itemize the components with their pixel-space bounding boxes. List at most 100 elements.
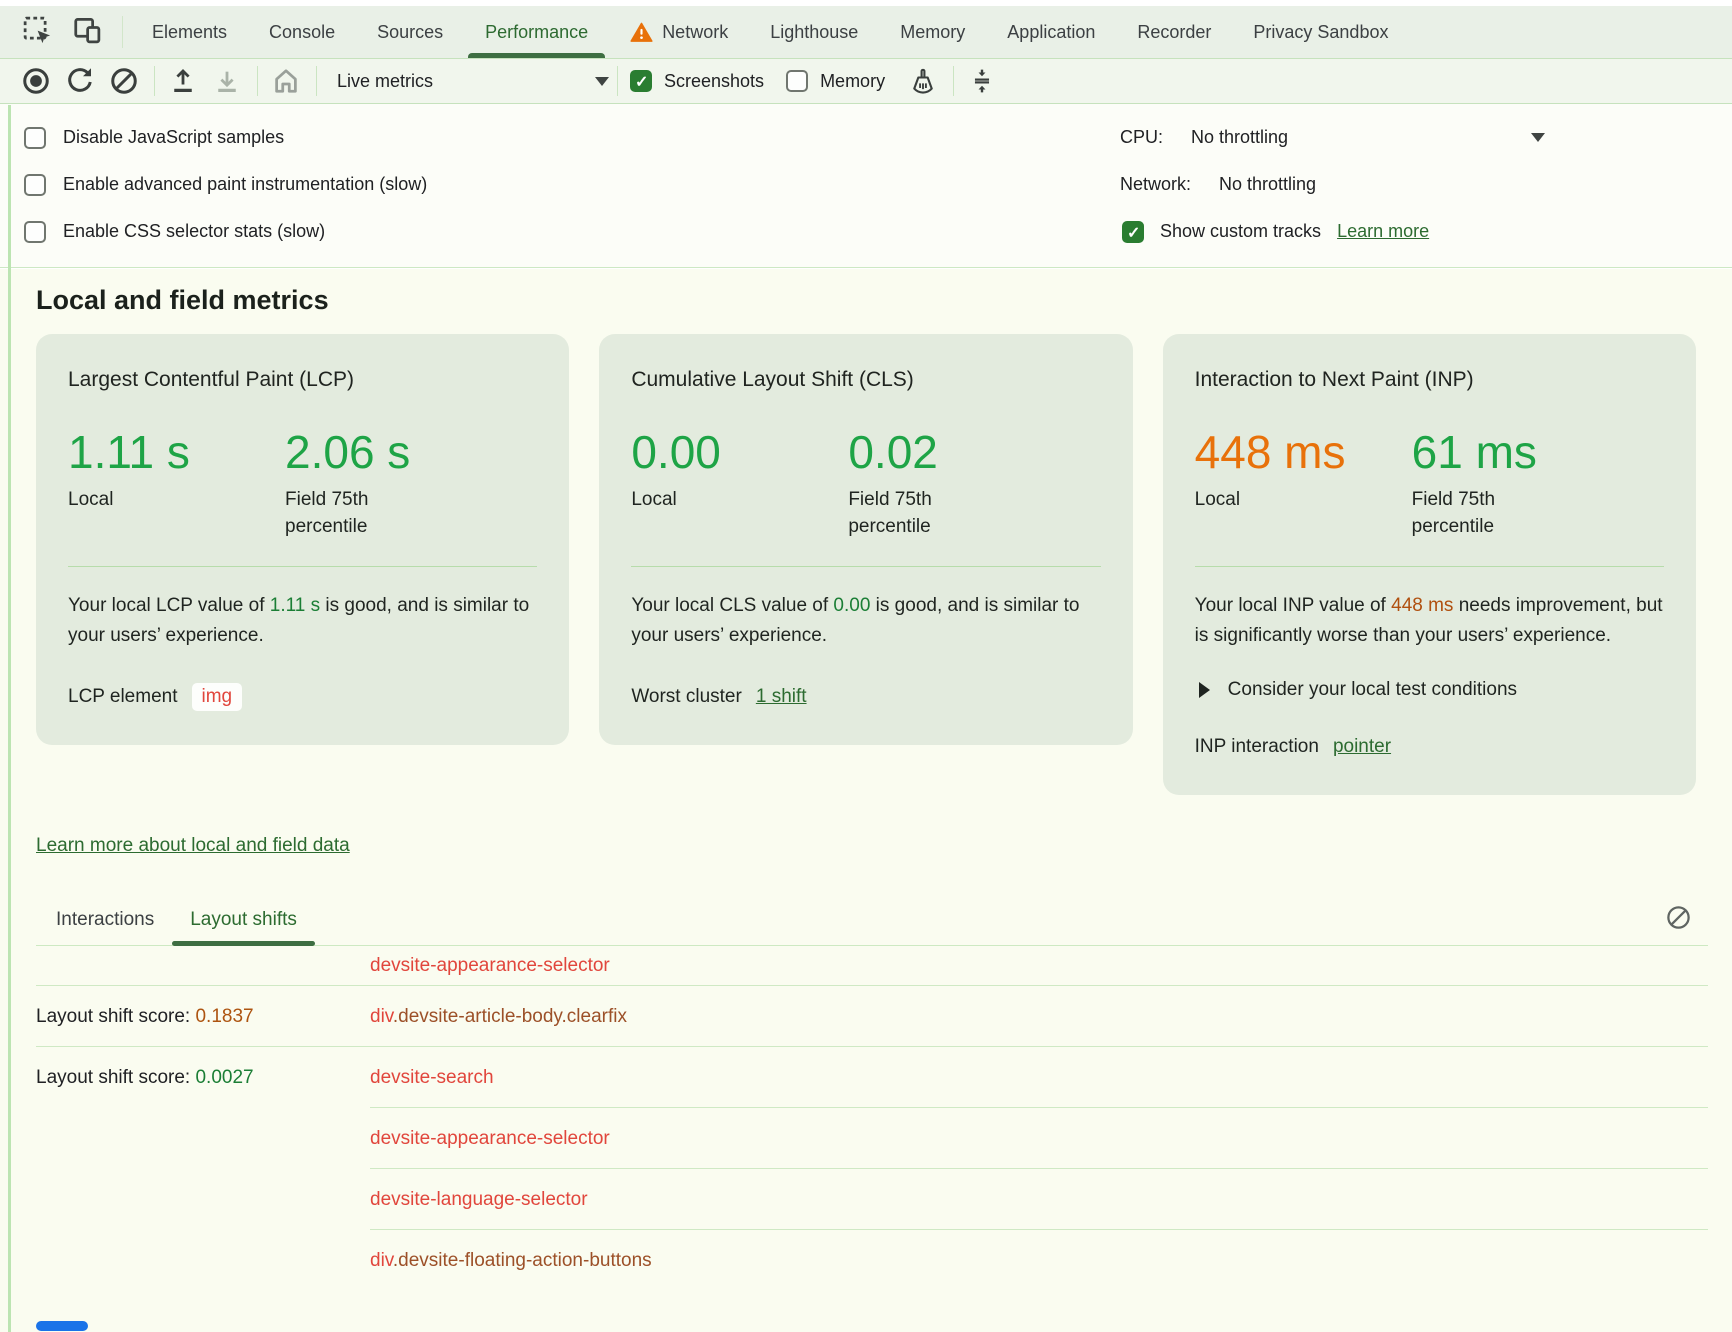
node-link[interactable]: devsite-search bbox=[370, 1067, 494, 1089]
devtools-window: Elements Console Sources Performance Net… bbox=[0, 0, 1732, 1332]
capture-settings-pane: Disable JavaScript samples Enable advanc… bbox=[0, 104, 1732, 268]
cls-description: Your local CLS value of 0.00 is good, an… bbox=[631, 591, 1100, 651]
layout-shift-row: devsite-appearance-selector bbox=[36, 1108, 1708, 1169]
inp-local-label: Local bbox=[1195, 486, 1412, 513]
toolbar-divider bbox=[316, 66, 317, 96]
toolbar-divider bbox=[257, 66, 258, 96]
lcp-element-label: LCP element bbox=[68, 686, 178, 708]
layout-shift-row: devsite-language-selector bbox=[36, 1169, 1708, 1230]
clear-log-icon[interactable] bbox=[1665, 904, 1692, 936]
cls-card: Cumulative Layout Shift (CLS) 0.00 Local… bbox=[599, 334, 1132, 745]
tab-recorder[interactable]: Recorder bbox=[1116, 6, 1232, 58]
page-title: Local and field metrics bbox=[36, 285, 1732, 316]
cpu-value: No throttling bbox=[1191, 127, 1288, 148]
card-divider bbox=[1195, 566, 1664, 567]
tab-network[interactable]: Network bbox=[609, 6, 749, 58]
tab-application[interactable]: Application bbox=[986, 6, 1116, 58]
tab-sources[interactable]: Sources bbox=[356, 6, 464, 58]
worst-cluster-link[interactable]: 1 shift bbox=[756, 686, 807, 708]
tab-lighthouse[interactable]: Lighthouse bbox=[749, 6, 879, 58]
field-data-learn-more-link[interactable]: Learn more about local and field data bbox=[36, 835, 350, 857]
memory-checkbox[interactable] bbox=[786, 70, 808, 92]
reload-record-button[interactable] bbox=[64, 65, 96, 97]
panel-mode-select[interactable]: Live metrics bbox=[337, 71, 609, 92]
inp-field-value: 61 ms bbox=[1412, 424, 1664, 480]
lcp-element-node-link[interactable]: img bbox=[192, 683, 243, 711]
network-warning-icon bbox=[630, 21, 653, 44]
lcp-field-value: 2.06 s bbox=[285, 424, 537, 480]
inp-card: Interaction to Next Paint (INP) 448 ms L… bbox=[1163, 334, 1696, 795]
log-tab-bar: Interactions Layout shifts bbox=[36, 895, 1708, 946]
cls-local-value: 0.00 bbox=[631, 424, 848, 480]
lcp-description: Your local LCP value of 1.11 s is good, … bbox=[68, 591, 537, 651]
panel-tabs: Elements Console Sources Performance Net… bbox=[131, 6, 1732, 58]
node-link[interactable]: div.devsite-floating-action-buttons bbox=[370, 1250, 652, 1272]
horizontal-scrollbar-thumb[interactable] bbox=[36, 1321, 88, 1331]
tab-interactions[interactable]: Interactions bbox=[38, 895, 172, 945]
metric-cards: Largest Contentful Paint (LCP) 1.11 s Lo… bbox=[36, 334, 1696, 795]
record-button[interactable] bbox=[20, 65, 52, 97]
lcp-card-title: Largest Contentful Paint (LCP) bbox=[68, 366, 537, 394]
tab-memory[interactable]: Memory bbox=[879, 6, 986, 58]
css-selector-stats-label: Enable CSS selector stats (slow) bbox=[63, 221, 325, 242]
upload-profile-button[interactable] bbox=[167, 65, 199, 97]
css-selector-stats-row: Enable CSS selector stats (slow) bbox=[0, 208, 1732, 255]
disable-js-samples-checkbox[interactable] bbox=[24, 127, 46, 149]
inp-field-label: Field 75thpercentile bbox=[1412, 486, 1664, 540]
inp-interaction-link[interactable]: pointer bbox=[1333, 736, 1391, 758]
inp-card-title: Interaction to Next Paint (INP) bbox=[1195, 366, 1664, 394]
tab-elements[interactable]: Elements bbox=[131, 6, 248, 58]
chevron-down-icon bbox=[595, 77, 609, 86]
cls-local-label: Local bbox=[631, 486, 848, 513]
layout-shift-row: div.devsite-floating-action-buttons bbox=[36, 1230, 1708, 1291]
toolbar-divider bbox=[953, 66, 954, 96]
lcp-card: Largest Contentful Paint (LCP) 1.11 s Lo… bbox=[36, 334, 569, 745]
advanced-paint-checkbox[interactable] bbox=[24, 174, 46, 196]
local-test-conditions-expander[interactable]: Consider your local test conditions bbox=[1195, 679, 1664, 701]
main-tab-bar: Elements Console Sources Performance Net… bbox=[0, 6, 1732, 59]
lcp-field-label: Field 75thpercentile bbox=[285, 486, 537, 540]
score-label: Layout shift score: bbox=[36, 1006, 195, 1027]
node-link[interactable]: devsite-appearance-selector bbox=[370, 955, 610, 977]
device-toolbar-icon[interactable] bbox=[72, 15, 102, 50]
node-link[interactable]: devsite-language-selector bbox=[370, 1189, 588, 1211]
screenshots-checkbox[interactable] bbox=[630, 70, 652, 92]
score-value: 0.0027 bbox=[195, 1067, 253, 1088]
inspect-element-icon[interactable] bbox=[22, 15, 52, 50]
node-link[interactable]: devsite-appearance-selector bbox=[370, 1128, 610, 1150]
tab-bar-icons bbox=[0, 6, 122, 58]
cls-card-title: Cumulative Layout Shift (CLS) bbox=[631, 366, 1100, 394]
layout-shift-row: Layout shift score: 0.0027 devsite-searc… bbox=[36, 1047, 1708, 1108]
inp-local-value: 448 ms bbox=[1195, 424, 1412, 480]
tab-console[interactable]: Console bbox=[248, 6, 356, 58]
custom-tracks-learn-more-link[interactable]: Learn more bbox=[1337, 221, 1429, 242]
panel-mode-label: Live metrics bbox=[337, 71, 433, 92]
score-label: Layout shift score: bbox=[36, 1067, 195, 1088]
clear-button[interactable] bbox=[108, 65, 140, 97]
toolbar-divider bbox=[617, 66, 618, 96]
css-selector-stats-checkbox[interactable] bbox=[24, 221, 46, 243]
gc-brush-icon[interactable] bbox=[907, 65, 939, 97]
panel-left-border bbox=[8, 105, 11, 1332]
node-link[interactable]: div.devsite-article-body.clearfix bbox=[370, 1006, 627, 1028]
home-button[interactable] bbox=[270, 65, 302, 97]
show-custom-tracks-checkbox[interactable] bbox=[1122, 221, 1144, 243]
performance-toolbar: Live metrics Screenshots Memory bbox=[0, 59, 1732, 104]
tab-layout-shifts[interactable]: Layout shifts bbox=[172, 895, 315, 945]
card-divider bbox=[631, 566, 1100, 567]
chevron-down-icon bbox=[1531, 133, 1545, 142]
network-throttling-select[interactable]: Network: No throttling bbox=[1120, 161, 1732, 208]
toolbar-divider bbox=[154, 66, 155, 96]
layout-shift-row: devsite-appearance-selector bbox=[36, 946, 1708, 986]
collapse-panel-icon[interactable] bbox=[966, 65, 998, 97]
layout-shift-row: Layout shift score: 0.1837 div.devsite-a… bbox=[36, 986, 1708, 1047]
worst-cluster-label: Worst cluster bbox=[631, 686, 742, 708]
tab-performance[interactable]: Performance bbox=[464, 6, 609, 58]
live-metrics-log: Interactions Layout shifts devsite-appea… bbox=[36, 895, 1708, 1291]
network-label: Network: bbox=[1120, 174, 1191, 195]
cls-field-label: Field 75thpercentile bbox=[848, 486, 1100, 540]
lcp-local-label: Local bbox=[68, 486, 285, 513]
tab-privacy-sandbox[interactable]: Privacy Sandbox bbox=[1232, 6, 1409, 58]
download-profile-button[interactable] bbox=[211, 65, 243, 97]
cpu-throttling-select[interactable]: CPU: No throttling bbox=[1120, 114, 1545, 161]
